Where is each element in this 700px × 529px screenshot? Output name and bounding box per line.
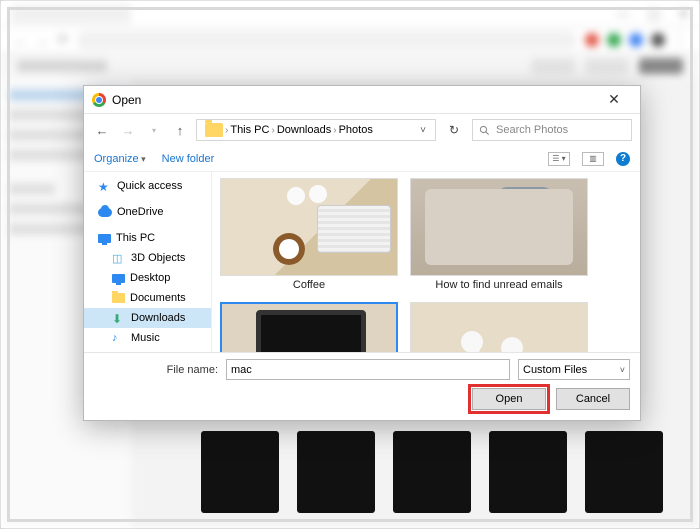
file-filter-dropdown[interactable]: Custom Files ˅ (518, 359, 630, 380)
desktop-icon (112, 274, 125, 283)
forward-button[interactable]: → (118, 123, 138, 138)
music-icon: ♪ (112, 332, 126, 344)
monitor-icon (98, 234, 111, 243)
view-mode-button[interactable]: ☰ ▾ (548, 152, 570, 166)
crumb-this-pc[interactable]: This PC (230, 124, 269, 136)
tree-music[interactable]: ♪ Music (84, 328, 211, 348)
dialog-title: Open (112, 93, 141, 107)
up-button[interactable]: ↑ (170, 123, 190, 138)
open-button[interactable]: Open (472, 388, 546, 410)
search-input[interactable]: Search Photos (472, 119, 632, 141)
cloud-icon (98, 208, 112, 217)
new-folder-button[interactable]: New folder (162, 153, 215, 165)
file-item-emails[interactable]: How to find unread emails (410, 178, 588, 294)
dialog-footer: File name: Custom Files ˅ Open Cancel (84, 352, 640, 420)
tree-this-pc[interactable]: This PC (84, 228, 211, 248)
crumb-downloads[interactable]: Downloads (277, 124, 331, 136)
help-button[interactable]: ? (616, 152, 630, 166)
folder-icon (205, 123, 223, 137)
file-item-mac[interactable] (220, 302, 398, 352)
cancel-button[interactable]: Cancel (556, 388, 630, 410)
filename-input[interactable] (226, 359, 510, 380)
preview-pane-button[interactable]: ▥ (582, 152, 604, 166)
dialog-toolbar: Organize New folder ☰ ▾ ▥ ? (84, 146, 640, 172)
organize-menu[interactable]: Organize (94, 153, 146, 165)
crumb-photos[interactable]: Photos (339, 124, 373, 136)
search-placeholder: Search Photos (496, 124, 568, 136)
folder-icon (112, 293, 125, 303)
star-icon: ★ (98, 180, 112, 192)
tree-downloads[interactable]: ⬇ Downloads (84, 308, 211, 328)
tree-documents[interactable]: Documents (84, 288, 211, 308)
tree-desktop[interactable]: Desktop (84, 268, 211, 288)
tree-onedrive[interactable]: OneDrive (84, 202, 211, 222)
file-list: Coffee How to find unread emails (212, 172, 640, 352)
dialog-nav: ← → ▾ ↑ › This PC › Downloads › Photos ˅… (84, 114, 640, 146)
refresh-button[interactable]: ↻ (442, 123, 466, 137)
close-button[interactable]: ✕ (596, 91, 632, 108)
search-icon (479, 125, 490, 136)
tree-quick-access[interactable]: ★ Quick access (84, 176, 211, 196)
background-thumbnails (201, 431, 663, 513)
dialog-titlebar: Open ✕ (84, 86, 640, 114)
back-button[interactable]: ← (92, 123, 112, 138)
file-item-earbuds[interactable] (410, 302, 588, 352)
cube-icon: ◫ (112, 252, 126, 264)
folder-tree: ★ Quick access OneDrive This PC ◫ 3D Obj… (84, 172, 212, 352)
tree-3d-objects[interactable]: ◫ 3D Objects (84, 248, 211, 268)
breadcrumb[interactable]: › This PC › Downloads › Photos ˅ (196, 119, 436, 141)
breadcrumb-dropdown[interactable]: ˅ (415, 125, 431, 136)
file-item-coffee[interactable]: Coffee (220, 178, 398, 294)
chrome-icon (92, 93, 106, 107)
file-open-dialog: Open ✕ ← → ▾ ↑ › This PC › Downloads › P… (83, 85, 641, 421)
chevron-down-icon: ˅ (620, 365, 625, 375)
filename-label: File name: (94, 364, 218, 376)
download-icon: ⬇ (112, 312, 126, 324)
